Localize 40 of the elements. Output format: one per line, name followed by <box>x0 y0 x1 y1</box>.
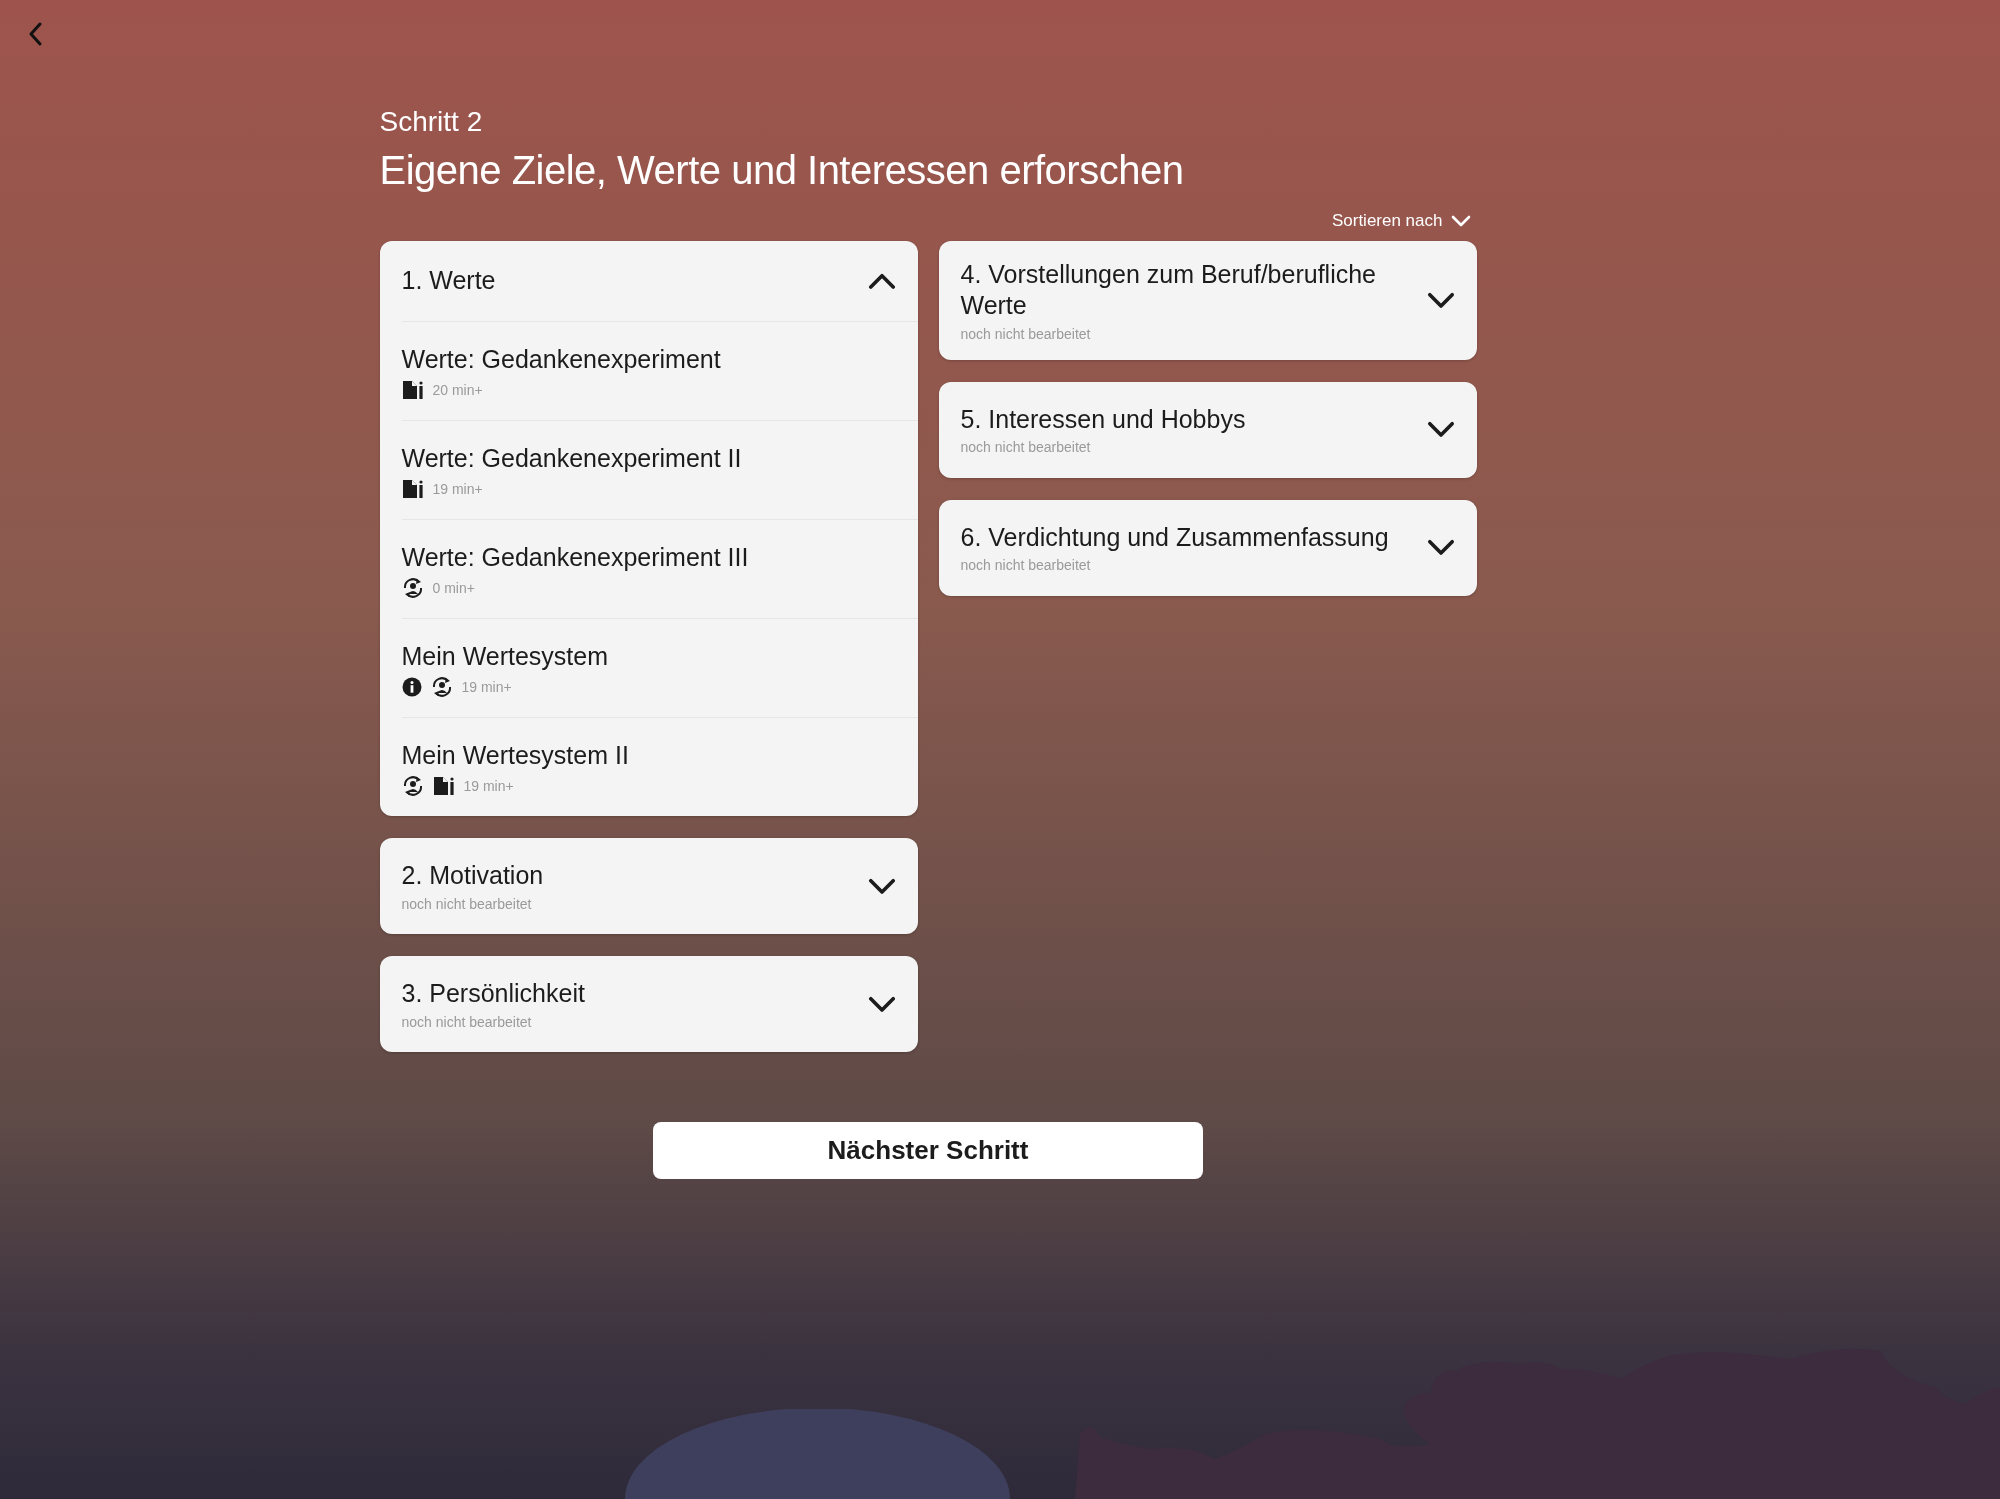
duration-label: 19 min+ <box>432 481 483 497</box>
document-info-icon <box>401 479 424 499</box>
chevron-down-icon <box>1426 539 1455 556</box>
duration-label: 20 min+ <box>432 382 483 398</box>
section-status: noch nicht bearbeitet <box>960 439 1092 456</box>
document-info-icon <box>432 776 455 796</box>
exercise-title[interactable]: Werte: Gedankenexperiment II <box>401 444 918 473</box>
section-status: noch nicht bearbeitet <box>960 325 1092 342</box>
section-status: noch nicht bearbeitet <box>401 1013 533 1030</box>
section-title[interactable]: 4. Vorstellungen zum Beruf/berufliche Werte <box>960 259 1405 322</box>
info-icon <box>401 677 422 697</box>
section-title[interactable]: 2. Motivation <box>401 860 846 892</box>
page-title: Eigene Ziele, Werte und Interessen erforschen <box>379 148 1185 193</box>
document-info-icon <box>401 380 424 400</box>
chevron-left-icon <box>29 22 43 46</box>
exercise-title[interactable]: Mein Wertesystem <box>401 642 918 671</box>
section-title[interactable]: 3. Persönlichkeit <box>401 978 846 1010</box>
chevron-down-icon <box>867 995 896 1013</box>
chevron-down-icon <box>867 877 896 895</box>
person-rotate-icon <box>401 578 424 598</box>
sort-dropdown[interactable]: Sortieren nach <box>1325 209 1477 233</box>
duration-label: 19 min+ <box>461 679 512 695</box>
duration-label: 0 min+ <box>432 580 475 596</box>
section-title[interactable]: 1. Werte <box>401 265 846 297</box>
exercise-title[interactable]: Werte: Gedankenexperiment III <box>401 543 918 572</box>
section-status: noch nicht bearbeitet <box>960 557 1092 574</box>
section-status: noch nicht bearbeitet <box>401 895 533 912</box>
chevron-down-icon <box>1450 215 1471 227</box>
person-rotate-icon <box>430 677 453 697</box>
chevron-up-icon <box>867 272 896 290</box>
next-step-button[interactable]: Nächster Schritt <box>653 1122 1203 1179</box>
chevron-down-icon <box>1426 291 1455 309</box>
duration-label: 19 min+ <box>463 778 514 794</box>
person-rotate-icon <box>401 776 424 796</box>
exercise-title[interactable]: Mein Wertesystem II <box>401 741 918 770</box>
section-title[interactable]: 5. Interessen und Hobbys <box>960 403 1405 436</box>
step-label: Schritt 2 <box>379 106 484 138</box>
chevron-down-icon <box>1426 421 1455 438</box>
exercise-title[interactable]: Werte: Gedankenexperiment <box>401 345 918 374</box>
section-title[interactable]: 6. Verdichtung und Zusammenfassung <box>960 521 1405 554</box>
